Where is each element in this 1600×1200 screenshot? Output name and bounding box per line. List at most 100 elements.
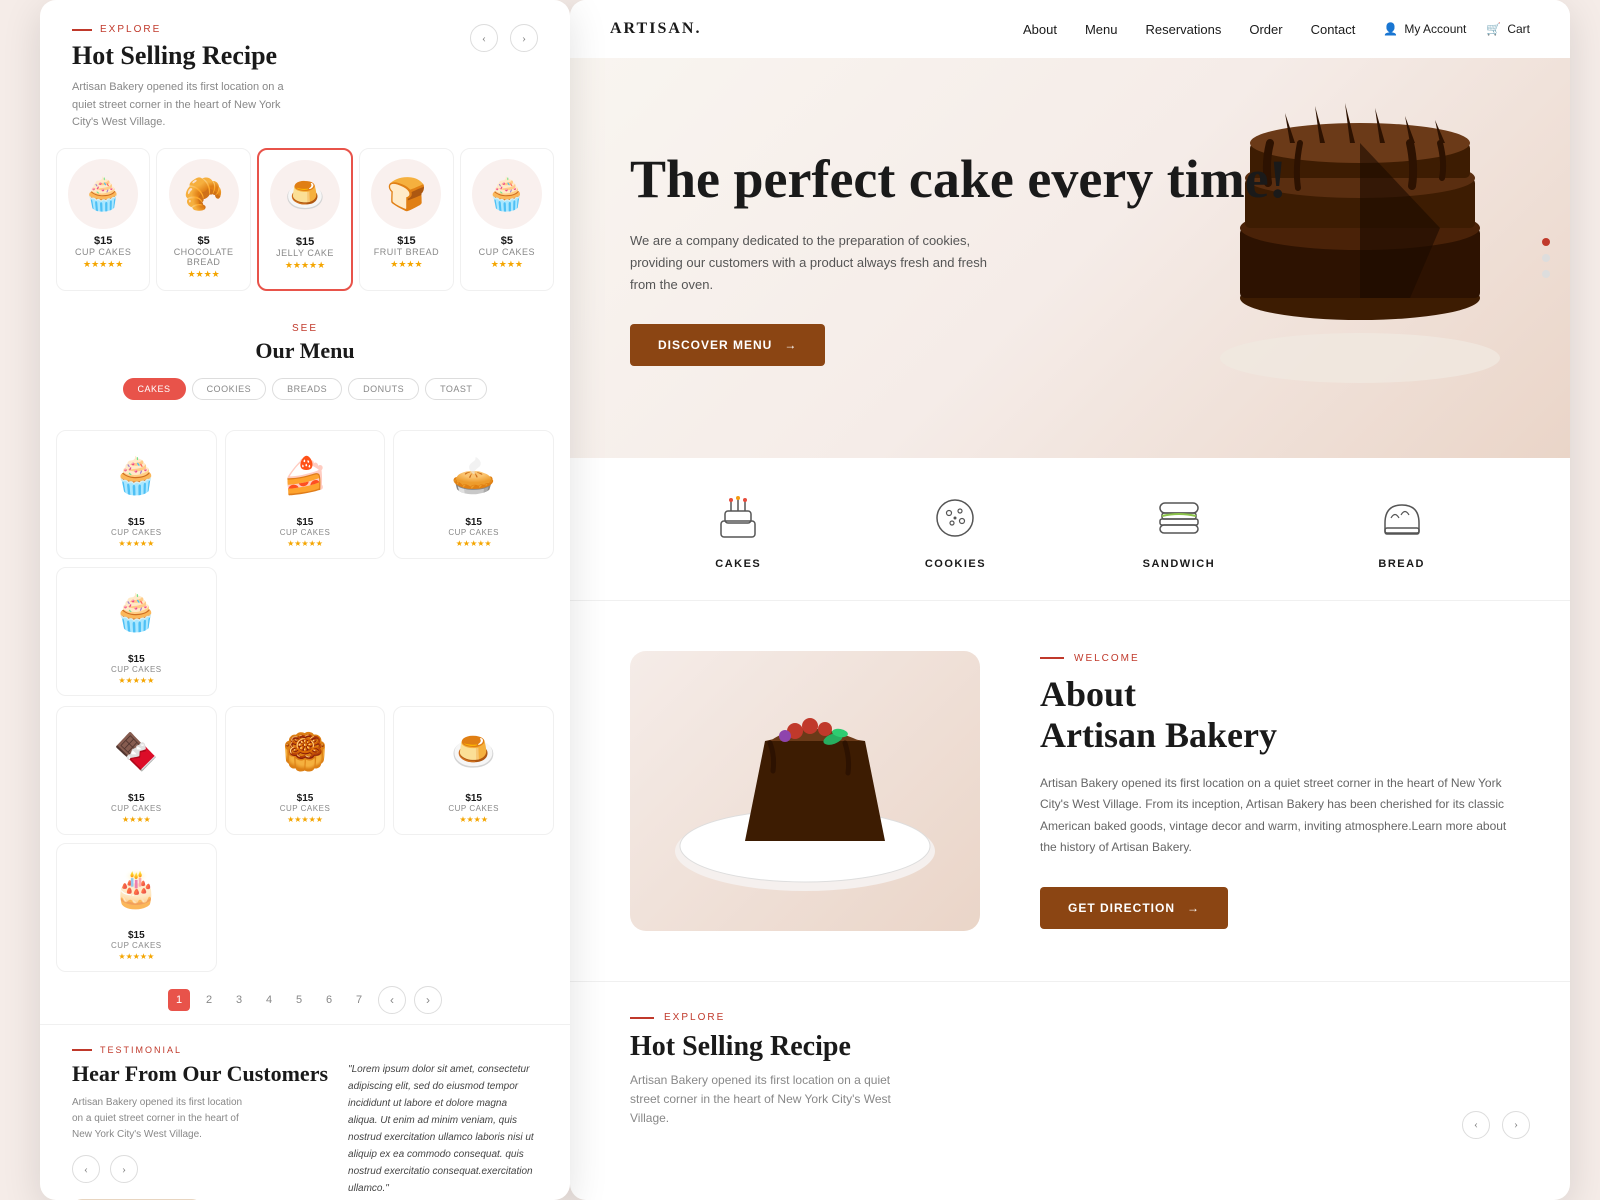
product-name: CHOCOLATE BREAD	[163, 247, 243, 267]
test-prev-arrow[interactable]: ‹	[72, 1155, 100, 1183]
menu-item-price: $15	[63, 930, 210, 941]
about-image	[630, 651, 980, 931]
product-name: JELLY CAKE	[265, 248, 345, 258]
bottom-title: Hot Selling Recipe	[630, 1031, 1510, 1063]
table-row[interactable]: 🧁 $15 CUP CAKES ★★★★★	[56, 430, 217, 559]
page-6[interactable]: 6	[318, 989, 340, 1011]
tab-toast[interactable]: TOAST	[425, 378, 487, 400]
page-3[interactable]: 3	[228, 989, 250, 1011]
menu-item-name: CUP CAKES	[232, 804, 379, 813]
tab-cakes[interactable]: CAKES	[123, 378, 186, 400]
lp-section-subtitle: Artisan Bakery opened its first location…	[72, 79, 292, 132]
nav-link-reservations[interactable]: Reservations	[1145, 22, 1221, 37]
bottom-prev-arrow[interactable]: ‹	[1462, 1111, 1490, 1139]
page-5[interactable]: 5	[288, 989, 310, 1011]
table-row[interactable]: 🍮 $15 CUP CAKES ★★★★	[393, 706, 554, 835]
pagination: 1 2 3 4 5 6 7 ‹ ›	[40, 976, 570, 1024]
cart-label: Cart	[1507, 22, 1530, 36]
next-arrow[interactable]: ›	[510, 24, 538, 52]
get-direction-label: GET DIRECTION	[1068, 901, 1175, 915]
our-menu-section: SEE Our Menu CAKES COOKIES BREADS DONUTS…	[40, 307, 570, 430]
category-sandwich-label: SANDWICH	[1143, 558, 1216, 570]
nav-link-contact[interactable]: Contact	[1311, 22, 1356, 37]
nav-link-menu[interactable]: Menu	[1085, 22, 1118, 37]
my-account-label: My Account	[1404, 22, 1466, 36]
page-7[interactable]: 7	[348, 989, 370, 1011]
nav-link-order[interactable]: Order	[1249, 22, 1282, 37]
prev-arrow[interactable]: ‹	[470, 24, 498, 52]
about-title: AboutArtisan Bakery	[1040, 674, 1510, 757]
category-cookies-label: COOKIES	[925, 558, 986, 570]
tab-breads[interactable]: BREADS	[272, 378, 342, 400]
table-row[interactable]: 🍰 $15 CUP CAKES ★★★★★	[225, 430, 386, 559]
menu-item-price: $15	[63, 517, 210, 528]
page-next-arrow[interactable]: ›	[414, 986, 442, 1014]
list-item[interactable]: 🧁 $5 CUP CAKES ★★★★	[460, 148, 554, 291]
product-rating: ★★★★	[366, 259, 446, 270]
tab-cookies[interactable]: COOKIES	[192, 378, 267, 400]
tab-donuts[interactable]: DONUTS	[348, 378, 419, 400]
hero-section: The perfect cake every time! We are a co…	[570, 58, 1570, 458]
table-row[interactable]: 🍫 $15 CUP CAKES ★★★★	[56, 706, 217, 835]
category-cakes[interactable]: CAKES	[708, 488, 768, 570]
menu-item-image: 🧁	[96, 441, 176, 511]
page-1[interactable]: 1	[168, 989, 190, 1011]
discover-menu-button[interactable]: DISCOVER MENU →	[630, 324, 825, 366]
testimonial-label: TESTIMONIAL	[72, 1045, 538, 1055]
dot-1[interactable]	[1542, 238, 1550, 246]
category-bread-label: BREAD	[1378, 558, 1425, 570]
menu-item-rating: ★★★★	[63, 815, 210, 824]
list-item[interactable]: 🍮 $15 JELLY CAKE ★★★★★	[257, 148, 353, 291]
menu-item-image: 🎂	[96, 854, 176, 924]
menu-title: Our Menu	[72, 338, 538, 364]
test-next-arrow[interactable]: ›	[110, 1155, 138, 1183]
product-image: 🧁	[472, 159, 542, 229]
product-image: 🧁	[68, 159, 138, 229]
menu-item-rating: ★★★★★	[232, 539, 379, 548]
testimonial-quote: "Lorem ipsum dolor sit amet, consectetur…	[348, 1061, 538, 1197]
welcome-label: WELCOME	[1040, 653, 1510, 664]
bread-icon	[1372, 488, 1432, 548]
my-account-button[interactable]: 👤 My Account	[1383, 22, 1466, 36]
menu-item-rating: ★★★★★	[63, 539, 210, 548]
product-price: $5	[163, 235, 243, 247]
table-row[interactable]: 🎂 $15 CUP CAKES ★★★★★	[56, 843, 217, 972]
table-row[interactable]: 🥧 $15 CUP CAKES ★★★★★	[393, 430, 554, 559]
list-item[interactable]: 🥐 $5 CHOCOLATE BREAD ★★★★	[156, 148, 250, 291]
category-sandwich[interactable]: SANDWICH	[1143, 488, 1216, 570]
sandwich-icon	[1149, 488, 1209, 548]
dot-2[interactable]	[1542, 254, 1550, 262]
product-price: $15	[265, 236, 345, 248]
nav-actions: 👤 My Account 🛒 Cart	[1383, 22, 1530, 36]
page-2[interactable]: 2	[198, 989, 220, 1011]
nav-link-about[interactable]: About	[1023, 22, 1057, 37]
table-row[interactable]: 🧁 $15 CUP CAKES ★★★★★	[56, 567, 217, 696]
cart-button[interactable]: 🛒 Cart	[1486, 22, 1530, 36]
testimonial-title: Hear From Our Customers	[72, 1061, 328, 1087]
get-direction-button[interactable]: GET DIRECTION →	[1040, 887, 1228, 929]
bottom-nav-arrows: ‹ ›	[1462, 1111, 1530, 1139]
dot-3[interactable]	[1542, 270, 1550, 278]
hero-title: The perfect cake every time!	[630, 150, 1510, 209]
right-panel: ARTISAN. About Menu Reservations Order C…	[570, 0, 1570, 1200]
menu-item-name: CUP CAKES	[232, 528, 379, 537]
hero-dots	[1542, 238, 1550, 278]
testimonial-nav: ‹ ›	[72, 1155, 328, 1183]
list-item[interactable]: 🍞 $15 FRUIT BREAD ★★★★	[359, 148, 453, 291]
page-4[interactable]: 4	[258, 989, 280, 1011]
menu-grid-row2: 🍫 $15 CUP CAKES ★★★★ 🥮 $15 CUP CAKES ★★★…	[40, 706, 570, 972]
list-item[interactable]: 🧁 $15 CUP CAKES ★★★★★	[56, 148, 150, 291]
cookies-icon	[925, 488, 985, 548]
table-row[interactable]: 🥮 $15 CUP CAKES ★★★★★	[225, 706, 386, 835]
plate-cake-svg	[665, 681, 945, 901]
page-prev-arrow[interactable]: ‹	[378, 986, 406, 1014]
arrow-right-icon: →	[784, 338, 797, 352]
hero-subtitle: We are a company dedicated to the prepar…	[630, 230, 990, 296]
menu-item-rating: ★★★★	[400, 815, 547, 824]
bottom-next-arrow[interactable]: ›	[1502, 1111, 1530, 1139]
menu-item-image: 🍰	[265, 441, 345, 511]
menu-item-price: $15	[400, 793, 547, 804]
category-cookies[interactable]: COOKIES	[925, 488, 986, 570]
menu-item-name: CUP CAKES	[63, 941, 210, 950]
category-bread[interactable]: BREAD	[1372, 488, 1432, 570]
